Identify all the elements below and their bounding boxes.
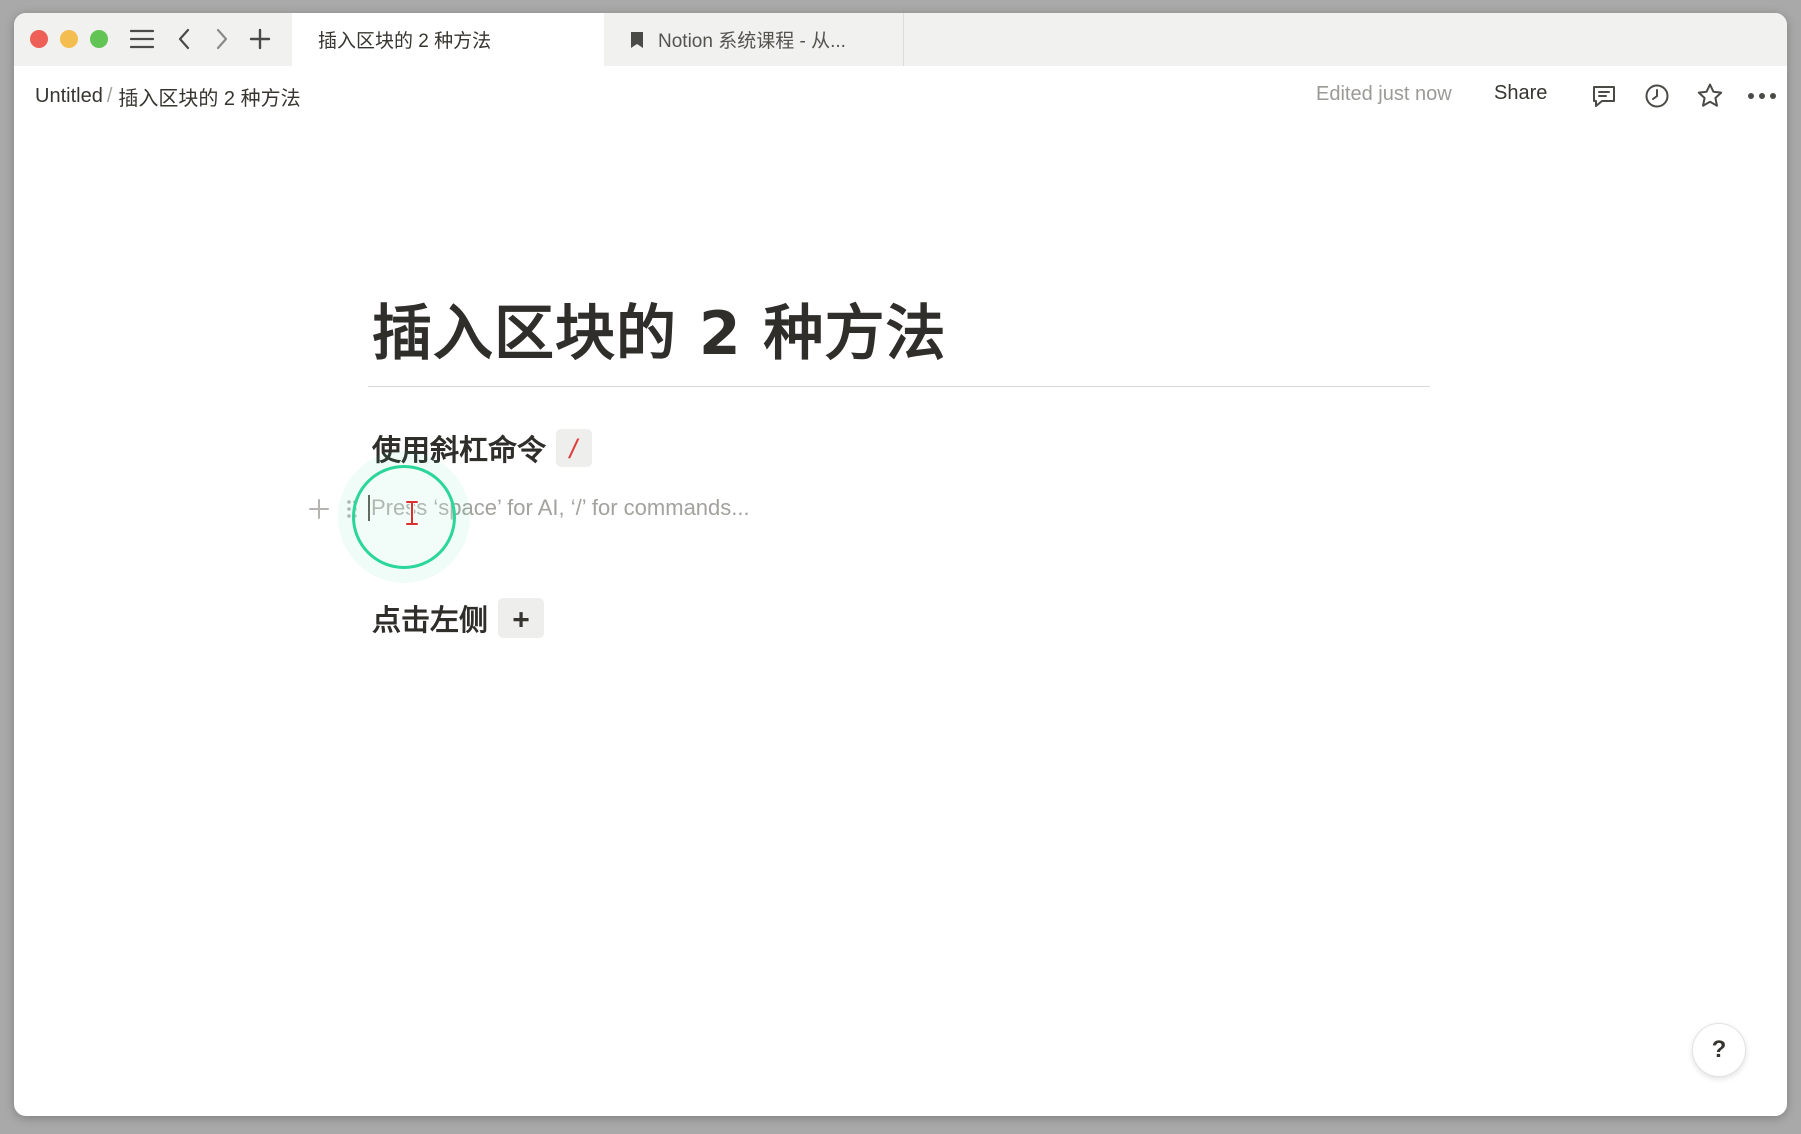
title-bar: 插入区块的 2 种方法 Notion 系统课程 - 从... (14, 13, 1787, 66)
forward-arrow-icon[interactable] (210, 23, 234, 55)
breadcrumb-separator: / (106, 85, 113, 107)
history-clock-icon[interactable] (1641, 80, 1673, 112)
favorite-star-icon[interactable] (1694, 80, 1726, 112)
tab-label: 插入区块的 2 种方法 (318, 31, 492, 52)
help-button[interactable]: ? (1692, 1023, 1746, 1077)
page-title[interactable]: 插入区块的 2 种方法 (372, 285, 947, 372)
breadcrumb-item-untitled[interactable]: Untitled (35, 85, 103, 108)
tab-current-page[interactable]: 插入区块的 2 种方法 (292, 13, 604, 66)
breadcrumb-item-current[interactable]: 插入区块的 2 种方法 (118, 82, 300, 111)
text-cursor-icon (405, 500, 419, 526)
tab-notion-course[interactable]: Notion 系统课程 - 从... (604, 13, 904, 66)
sidebar-toggle-icon[interactable] (126, 23, 158, 55)
title-divider (368, 386, 1430, 387)
zoom-window-button[interactable] (90, 30, 108, 48)
heading-text: 使用斜杠命令 (372, 433, 547, 467)
heading-text: 点击左侧 (372, 603, 489, 637)
minimize-window-button[interactable] (60, 30, 78, 48)
edited-status: Edited just now (1316, 83, 1452, 105)
close-window-button[interactable] (30, 30, 48, 48)
inline-code-plus: + (498, 598, 545, 638)
add-block-plus-icon[interactable] (304, 494, 334, 524)
tab-label: Notion 系统课程 - 从... (658, 31, 846, 52)
notion-window: 插入区块的 2 种方法 Notion 系统课程 - 从... Untitled … (14, 13, 1787, 1116)
new-tab-plus-icon[interactable] (246, 23, 274, 55)
bookmark-icon (630, 31, 644, 49)
breadcrumb: Untitled / 插入区块的 2 种方法 (35, 82, 301, 111)
back-arrow-icon[interactable] (172, 23, 196, 55)
share-button[interactable]: Share (1494, 82, 1547, 105)
heading-slash-command[interactable]: 使用斜杠命令 / (372, 427, 593, 469)
inline-code-slash: / (556, 429, 593, 467)
heading-click-left[interactable]: 点击左侧 + (372, 597, 545, 639)
comment-icon[interactable] (1588, 80, 1620, 112)
more-dots-icon[interactable] (1746, 80, 1778, 112)
page-top-bar: Untitled / 插入区块的 2 种方法 Edited just now S… (14, 66, 1787, 128)
click-highlight-ring (352, 465, 456, 569)
